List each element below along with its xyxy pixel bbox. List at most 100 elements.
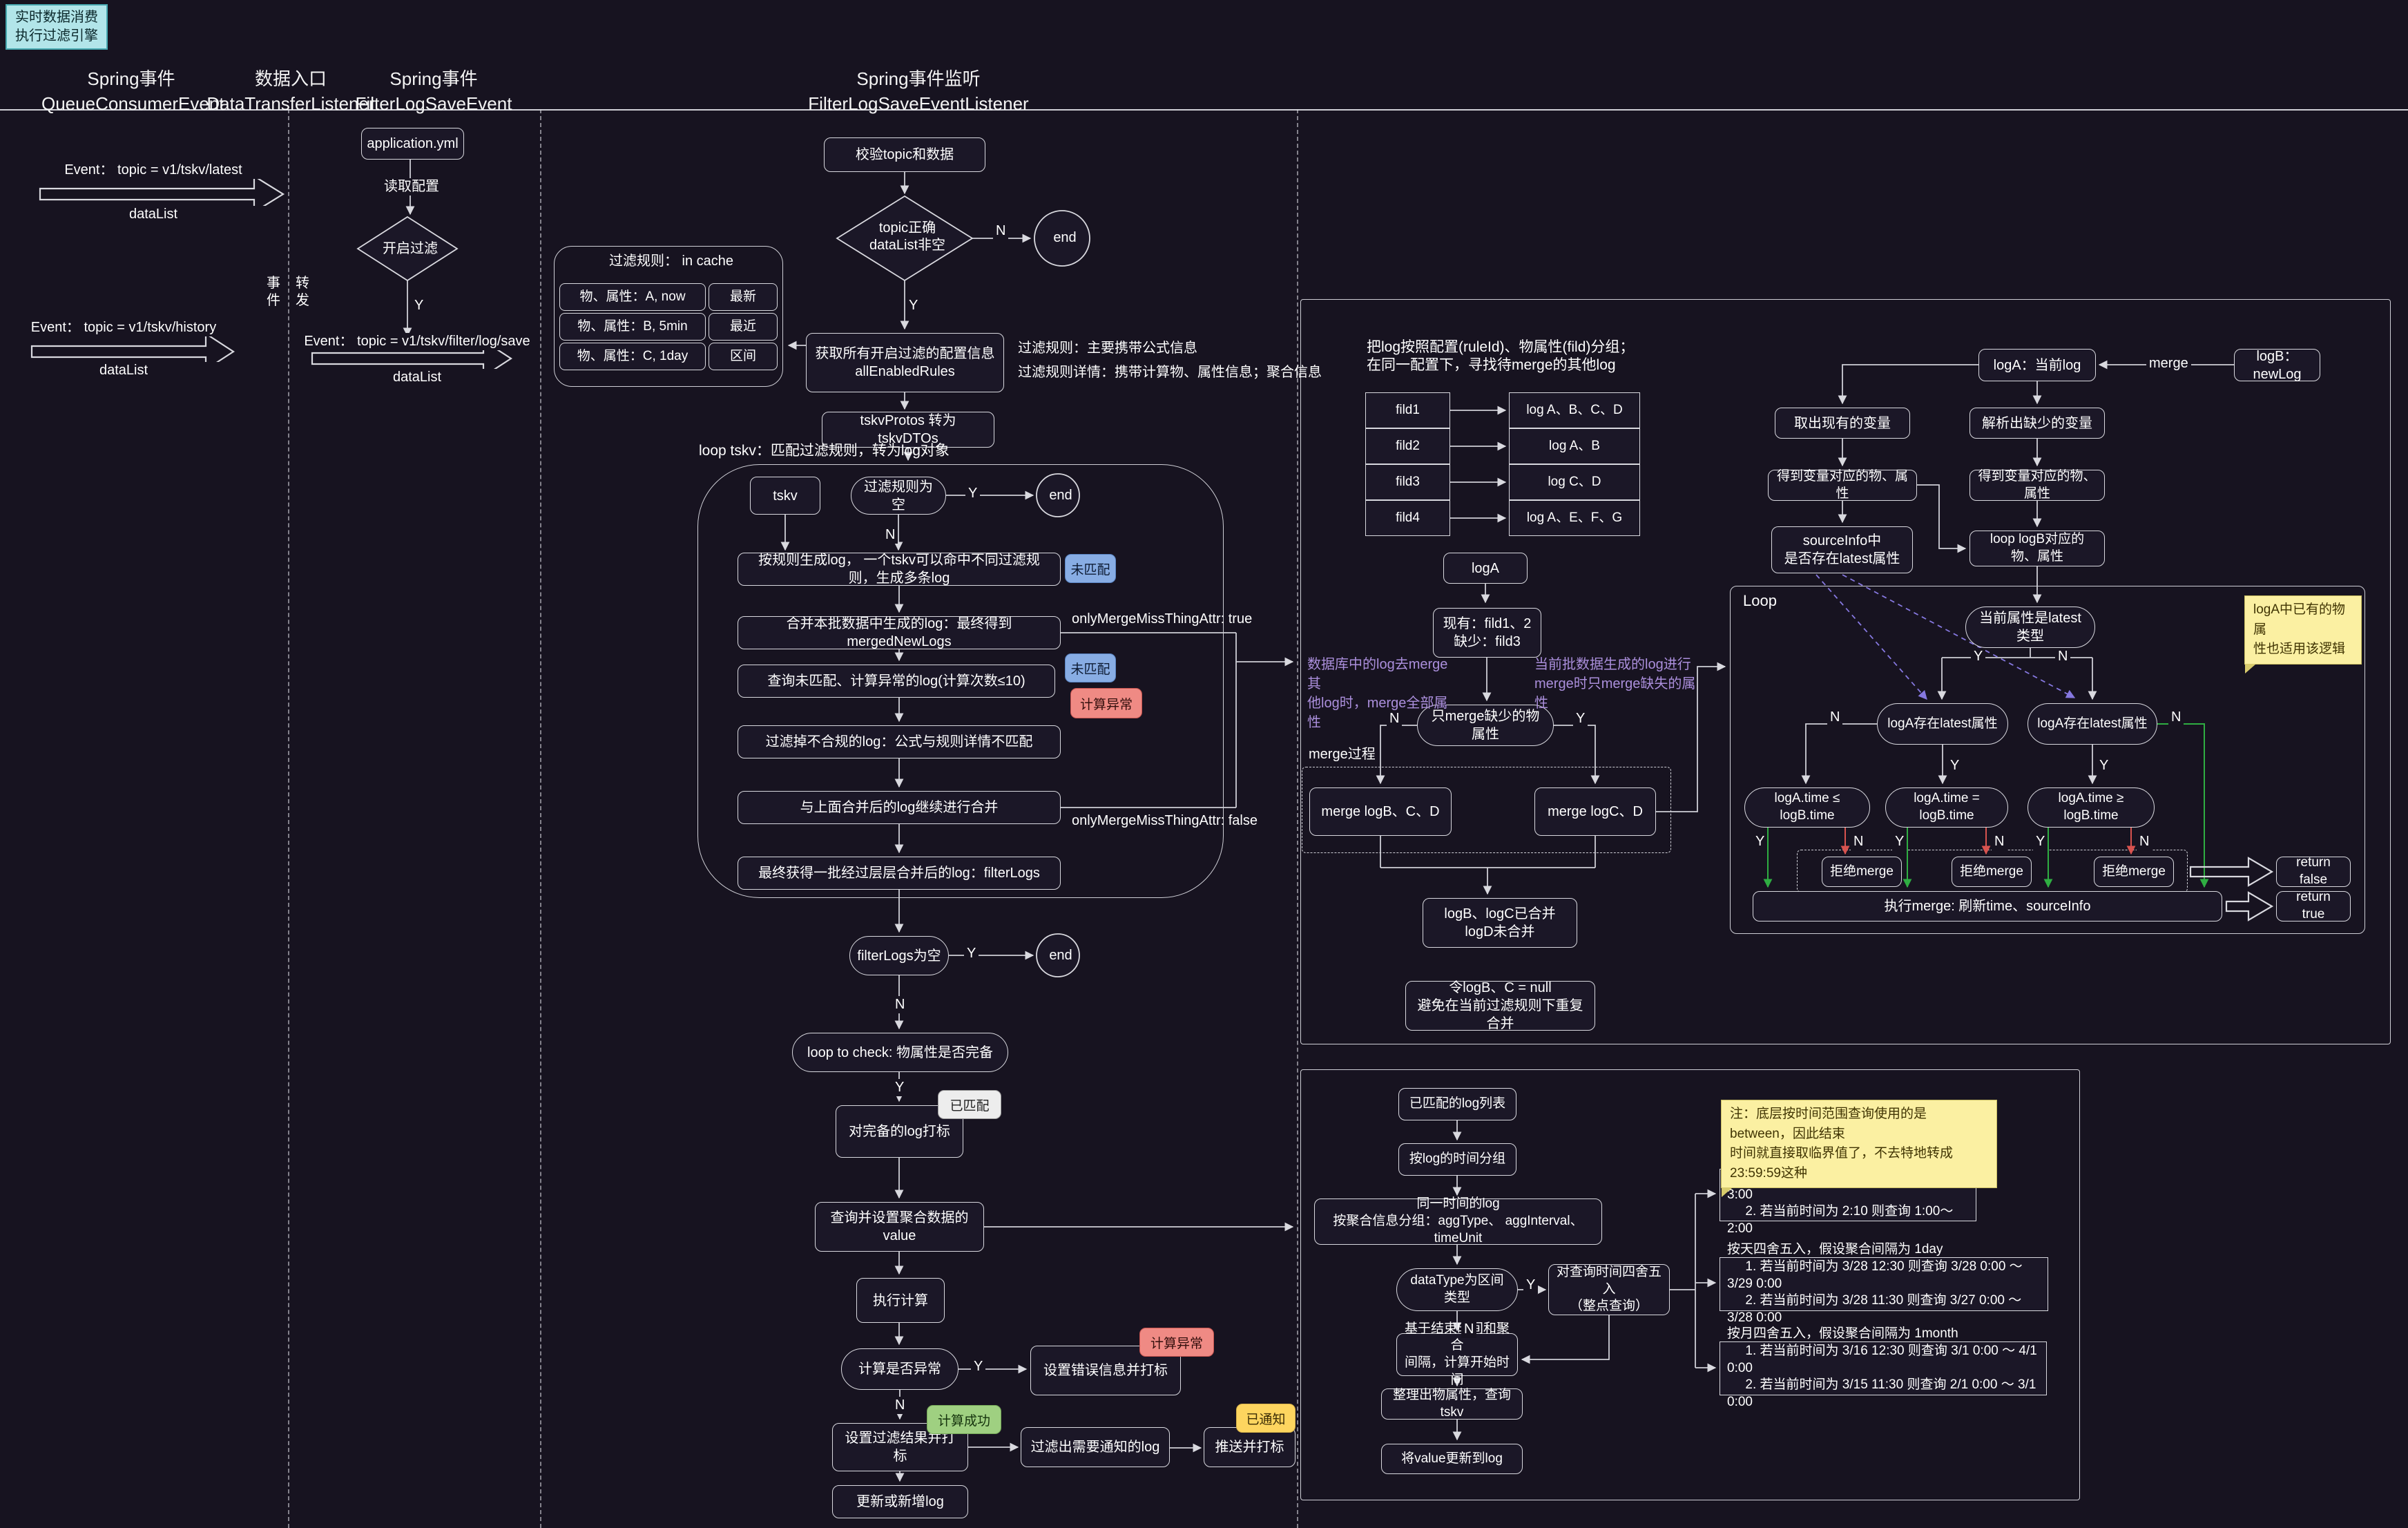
node-merge-batch[interactable]: 合并本批数据中生成的log：最终得到mergedNewLogs xyxy=(738,616,1061,649)
loopcheck-yes: Y xyxy=(892,1079,907,1096)
node-have-miss[interactable]: 现有：fild1、2 缺少：fild3 xyxy=(1433,608,1541,658)
decision-is-latest[interactable]: 当前属性是latest类型 xyxy=(1965,607,2095,648)
event-history-label: Event： topic = v1/tskv/history xyxy=(21,319,227,336)
badge-calc-error[interactable]: 计算异常 xyxy=(1139,1328,1214,1357)
decision-time-eq[interactable]: logA.time = logB.time xyxy=(1885,787,2008,828)
node-upsert-log[interactable]: 更新或新增log xyxy=(832,1485,968,1518)
decision-has-latest-left[interactable]: logA存在latest属性 xyxy=(1877,703,2008,745)
node-logb-new[interactable]: logB：newLog xyxy=(2234,349,2320,381)
decision-filterlogs-empty[interactable]: filterLogs为空 xyxy=(849,936,949,975)
node-reject-merge[interactable]: 拒绝merge xyxy=(2094,857,2174,887)
log-cell[interactable]: log A、B、C、D xyxy=(1509,392,1640,428)
node-query-unmatched[interactable]: 查询未匹配、计算异常的log(计算次数≤10) xyxy=(738,665,1055,698)
badge-unmatched[interactable]: 未匹配 xyxy=(1065,653,1116,682)
log-cell[interactable]: log A、B xyxy=(1509,428,1640,464)
node-query-agg-value[interactable]: 查询并设置聚合数据的value xyxy=(815,1202,984,1252)
node-round-query-time[interactable]: 对查询时间四舍五入 （整点查询） xyxy=(1548,1264,1670,1315)
node-get-enabled-rules[interactable]: 获取所有开启过滤的配置信息 allEnabledRules xyxy=(806,333,1004,392)
node-reject-merge[interactable]: 拒绝merge xyxy=(1822,857,1902,887)
sticky-note-between[interactable]: 注：底层按时间范围查询使用的是between，因此结束 时间就直接取临界值了，不… xyxy=(1721,1100,1997,1188)
node-calc-start-time[interactable]: 基于结束时间和聚合 间隔，计算开始时间 xyxy=(1396,1333,1518,1376)
rule-empty-yes: Y xyxy=(965,485,980,502)
filterlogs-no: N xyxy=(892,996,907,1013)
decision-filter-enabled[interactable]: 开启过滤 xyxy=(366,240,454,258)
end-node-loop[interactable]: end xyxy=(1040,487,1081,504)
cond-no-label: N xyxy=(993,222,1008,240)
node-log-a[interactable]: logA xyxy=(1443,553,1528,584)
decision-calc-error[interactable]: 计算是否异常 xyxy=(841,1348,959,1390)
node-get-thing-right[interactable]: 得到变量对应的物、属性 xyxy=(1969,470,2105,501)
node-return-true[interactable]: return true xyxy=(2276,891,2351,921)
node-merge-bcd[interactable]: merge logB、C、D xyxy=(1309,787,1452,836)
range-yes: Y xyxy=(1523,1277,1538,1294)
node-tskv[interactable]: tskv xyxy=(750,477,820,515)
islatest-yes: Y xyxy=(1971,648,1985,665)
sticky-note-loop[interactable]: logA中已有的物属 性也适用该逻辑 xyxy=(2244,595,2362,665)
fild-cell[interactable]: fild2 xyxy=(1365,428,1450,464)
node-application-yml[interactable]: application.yml xyxy=(361,128,464,160)
decision-topic-valid[interactable]: topic正确 dataList非空 xyxy=(844,220,971,254)
badge-notified[interactable]: 已通知 xyxy=(1236,1404,1295,1433)
note-batch-merge: 当前批数据生成的log进行 merge时只merge缺失的属性 xyxy=(1534,655,1707,713)
node-get-thing-left[interactable]: 得到变量对应的物、属性 xyxy=(1768,470,1917,501)
node-sort-query-tskv[interactable]: 整理出物属性，查询tskv xyxy=(1381,1388,1523,1420)
node-merge-cd[interactable]: merge logC、D xyxy=(1534,787,1656,836)
node-push-mark[interactable]: 推送并打标 xyxy=(1204,1427,1295,1467)
node-merge-again[interactable]: 与上面合并后的log继续进行合并 xyxy=(738,791,1061,824)
cache-row-tag[interactable]: 最新 xyxy=(709,283,778,311)
decision-rule-empty[interactable]: 过滤规则为空 xyxy=(851,477,946,515)
title-badge[interactable]: 实时数据消费 执行过滤引擎 xyxy=(6,4,108,50)
log-cell[interactable]: log A、E、F、G xyxy=(1509,500,1640,536)
event-latest-payload: dataList xyxy=(40,206,267,223)
node-example-month[interactable]: 按月四舍五入，假设聚合间隔为 1month 1. 若当前时间为 3/16 12:… xyxy=(1720,1341,2047,1395)
node-reject-merge[interactable]: 拒绝merge xyxy=(1952,857,2032,887)
node-same-time-group[interactable]: 同一时间的log 按聚合信息分组：aggType、 aggInterval、ti… xyxy=(1314,1198,1602,1245)
badge-unmatched[interactable]: 未匹配 xyxy=(1065,554,1116,583)
only-merge-true-label: onlyMergeMissThingAttr: true xyxy=(1069,611,1255,628)
node-source-info[interactable]: sourceInfo中 是否存在latest属性 xyxy=(1771,526,1913,573)
cache-row-tag[interactable]: 最近 xyxy=(709,313,778,341)
fild-cell[interactable]: fild1 xyxy=(1365,392,1450,428)
badge-matched[interactable]: 已匹配 xyxy=(938,1090,1001,1119)
filterlogs-yes: Y xyxy=(964,945,979,962)
cache-row[interactable]: 物、属性：A, now xyxy=(559,283,706,311)
node-matched-list[interactable]: 已匹配的log列表 xyxy=(1398,1088,1516,1120)
node-do-merge[interactable]: 执行merge: 刷新time、sourceInfo xyxy=(1753,891,2222,921)
decision-time-ge[interactable]: logA.time ≥ logB.time xyxy=(2027,787,2155,828)
node-validate-topic[interactable]: 校验topic和数据 xyxy=(824,137,985,172)
cache-row-tag[interactable]: 区间 xyxy=(709,343,778,370)
node-example-day[interactable]: 按天四舍五入，假设聚合间隔为 1day 1. 若当前时间为 3/28 12:30… xyxy=(1720,1257,2048,1311)
fild-cell[interactable]: fild4 xyxy=(1365,500,1450,536)
node-filter-invalid[interactable]: 过滤掉不合规的log：公式与规则详情不匹配 xyxy=(738,725,1061,758)
cache-row[interactable]: 物、属性：B, 5min xyxy=(559,313,706,341)
end-node-top[interactable]: end xyxy=(1041,229,1088,247)
end-node-filterlogs[interactable]: end xyxy=(1040,947,1081,964)
node-loga-current[interactable]: logA：当前log xyxy=(1978,349,2096,381)
node-execute-calc[interactable]: 执行计算 xyxy=(856,1278,945,1323)
loop-tskv-label: loop tskv：匹配过滤规则，转为log对象 xyxy=(696,442,952,460)
haslatest-right-yes: Y xyxy=(2097,757,2111,774)
log-cell[interactable]: log C、D xyxy=(1509,464,1640,500)
fild-cell[interactable]: fild3 xyxy=(1365,464,1450,500)
node-generate-log[interactable]: 按规则生成log， 一个tskv可以命中不同过滤规则，生成多条log xyxy=(738,553,1061,586)
node-merged-status[interactable]: logB、logC已合并 logD未合并 xyxy=(1423,898,1577,948)
node-filter-notify[interactable]: 过滤出需要通知的log xyxy=(1021,1427,1170,1467)
calcerr-no: N xyxy=(892,1397,907,1414)
node-update-value[interactable]: 将value更新到log xyxy=(1381,1444,1523,1474)
decision-has-latest-right[interactable]: logA存在latest属性 xyxy=(2027,703,2157,745)
node-take-vars[interactable]: 取出现有的变量 xyxy=(1775,408,1910,439)
decision-time-le[interactable]: logA.time ≤ logB.time xyxy=(1744,787,1870,828)
node-loop-to-check[interactable]: loop to check: 物属性是否完备 xyxy=(792,1033,1008,1072)
decision-datatype-range[interactable]: dataType为区间类型 xyxy=(1396,1268,1518,1311)
cache-row[interactable]: 物、属性：C, 1day xyxy=(559,343,706,370)
node-return-false[interactable]: return false xyxy=(2276,857,2351,887)
node-set-null[interactable]: 令logB、C = null 避免在当前过滤规则下重复合并 xyxy=(1405,981,1595,1031)
rule-empty-no: N xyxy=(883,526,898,544)
node-loop-logb[interactable]: loop logB对应的物、属性 xyxy=(1969,531,2105,566)
node-parse-missing[interactable]: 解析出缺少的变量 xyxy=(1969,408,2105,439)
node-final-filter-logs[interactable]: 最终获得一批经过层层合并后的log：filterLogs xyxy=(738,857,1061,890)
badge-calc-error[interactable]: 计算异常 xyxy=(1070,688,1142,718)
lane-header-listener: Spring事件监听 FilterLogSaveEventListener xyxy=(780,66,1057,117)
badge-calc-ok[interactable]: 计算成功 xyxy=(927,1405,1001,1434)
node-group-by-time[interactable]: 按log的时间分组 xyxy=(1398,1143,1516,1176)
